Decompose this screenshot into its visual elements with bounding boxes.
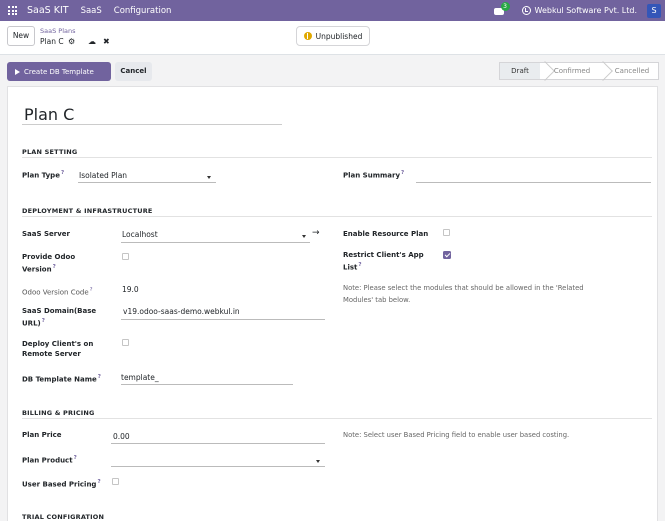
menu-saas[interactable]: SaaS	[81, 6, 102, 16]
saas-server-label: SaaS Server	[22, 230, 70, 238]
play-icon	[15, 68, 20, 75]
restrict-app-list-checkbox[interactable]	[443, 251, 451, 259]
cancel-button[interactable]: Cancel	[115, 62, 152, 81]
control-panel: New SaaS Plans Plan C ⚙ ☁ ✖ Unpublished	[0, 21, 665, 55]
apps-grid-icon[interactable]	[8, 6, 17, 15]
menu-configuration[interactable]: Configuration	[114, 6, 172, 16]
user-based-pricing-label: User Based Pricing?	[22, 479, 101, 489]
status-draft[interactable]: Draft	[500, 63, 540, 79]
section-deployment: DEPLOYMENT & INFRASTRUCTURE	[22, 207, 153, 215]
create-db-template-button[interactable]: Create DB Template	[7, 62, 111, 81]
enable-resource-plan-checkbox[interactable]	[443, 229, 450, 236]
section-divider	[22, 216, 652, 217]
globe-icon	[303, 32, 312, 40]
action-bar: Create DB Template Cancel Draft Confirme…	[0, 55, 665, 86]
section-divider	[22, 157, 652, 158]
plan-product-underline	[111, 466, 325, 467]
section-plan-setting: PLAN SETTING	[22, 148, 78, 156]
saas-server-underline	[121, 242, 310, 243]
create-db-template-label: Create DB Template	[24, 67, 94, 76]
app-name[interactable]: SaaS KIT	[27, 5, 69, 16]
restrict-app-list-label: Restrict Client's App List?	[343, 251, 424, 272]
restrict-apps-note: Note: Please select the modules that sho…	[343, 284, 584, 304]
section-billing: BILLING & PRICING	[22, 409, 95, 417]
plan-summary-underline	[416, 182, 651, 183]
publish-label: Unpublished	[315, 31, 363, 41]
section-trial: TRIAL CONFIGRATION	[22, 513, 105, 521]
plan-price-input[interactable]: 0.00	[113, 432, 130, 441]
chevron-down-icon	[302, 235, 306, 238]
billing-note: Note: Select user Based Pricing field to…	[343, 431, 570, 439]
publish-toggle-button[interactable]: Unpublished	[296, 26, 370, 46]
company-switcher[interactable]: Webkul Software Pvt. Ltd.	[535, 6, 637, 15]
form-sheet: Plan C PLAN SETTING Plan Type? Isolated …	[7, 86, 658, 521]
internal-link-arrow-icon[interactable]: →	[312, 228, 320, 238]
new-button[interactable]: New	[7, 26, 35, 46]
status-bar: Draft Confirmed Cancelled	[499, 61, 659, 81]
deploy-remote-checkbox[interactable]	[122, 339, 129, 346]
provide-odoo-version-label: Provide Odoo Version?	[22, 253, 76, 274]
enable-resource-plan-label: Enable Resource Plan	[343, 230, 429, 238]
plan-type-select[interactable]: Isolated Plan	[79, 171, 127, 180]
chevron-down-icon	[316, 460, 320, 463]
deploy-remote-label: Deploy Client's on Remote Server	[22, 340, 94, 358]
plan-name-input[interactable]: Plan C	[24, 105, 74, 124]
user-avatar[interactable]: S	[647, 3, 661, 18]
user-based-pricing-checkbox[interactable]	[112, 478, 119, 485]
activity-clock-icon[interactable]	[521, 6, 531, 15]
plan-price-underline	[111, 443, 325, 444]
saas-domain-label: SaaS Domain(Base URL)?	[22, 307, 97, 328]
breadcrumb-current: Plan C	[40, 37, 64, 46]
title-underline	[22, 124, 282, 125]
discard-icon[interactable]: ✖	[103, 37, 110, 46]
provide-odoo-version-checkbox[interactable]	[122, 253, 129, 260]
status-confirmed[interactable]: Confirmed	[550, 63, 594, 79]
plan-product-label: Plan Product?	[22, 455, 77, 465]
plan-type-underline	[78, 182, 216, 183]
saas-domain-underline	[121, 319, 325, 320]
plan-type-label: Plan Type?	[22, 170, 65, 180]
chevron-down-icon	[207, 176, 211, 179]
plan-summary-label: Plan Summary?	[343, 170, 405, 180]
section-divider	[22, 418, 652, 419]
db-template-name-label: DB Template Name?	[22, 374, 101, 384]
message-count-badge: 3	[500, 1, 510, 11]
breadcrumb-parent[interactable]: SaaS Plans	[40, 27, 76, 35]
saas-domain-input[interactable]: v19.odoo-saas-demo.webkul.in	[123, 307, 240, 316]
gear-icon[interactable]: ⚙	[68, 37, 75, 46]
messages-icon[interactable]: 3	[493, 1, 510, 16]
saas-server-select[interactable]: Localhost	[122, 230, 158, 239]
db-template-name-input[interactable]: template_	[121, 373, 159, 382]
status-cancelled[interactable]: Cancelled	[610, 63, 654, 79]
save-cloud-icon[interactable]: ☁	[88, 37, 96, 46]
odoo-version-code-label: Odoo Version Code?	[22, 287, 93, 297]
db-template-underline	[121, 384, 293, 385]
top-navbar: SaaS KIT SaaS Configuration 3 Webkul Sof…	[0, 0, 665, 21]
plan-price-label: Plan Price	[22, 431, 62, 439]
odoo-version-code-value: 19.0	[122, 285, 139, 294]
